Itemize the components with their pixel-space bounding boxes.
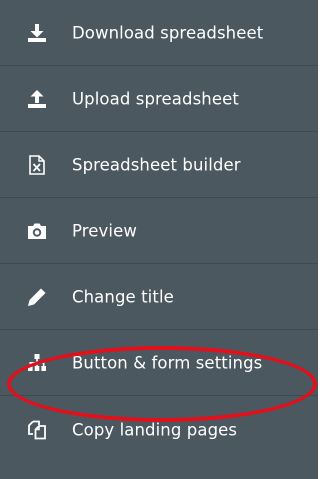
menu-item-spreadsheet-builder[interactable]: Spreadsheet builder bbox=[0, 132, 318, 198]
camera-icon bbox=[26, 220, 48, 242]
menu-item-label: Download spreadsheet bbox=[72, 23, 264, 42]
sitemap-icon bbox=[26, 352, 48, 374]
spreadsheet-file-icon bbox=[26, 154, 48, 176]
menu-item-label: Button & form settings bbox=[72, 353, 263, 372]
copy-icon bbox=[26, 419, 48, 441]
menu-item-label: Spreadsheet builder bbox=[72, 155, 241, 174]
menu-item-label: Preview bbox=[72, 221, 137, 240]
menu-item-copy-landing-pages[interactable]: Copy landing pages bbox=[0, 396, 318, 479]
menu-item-change-title[interactable]: Change title bbox=[0, 264, 318, 330]
menu-item-upload-spreadsheet[interactable]: Upload spreadsheet bbox=[0, 66, 318, 132]
download-icon bbox=[26, 22, 48, 44]
pencil-icon bbox=[26, 286, 48, 308]
menu-item-download-spreadsheet[interactable]: Download spreadsheet bbox=[0, 0, 318, 66]
actions-menu: Download spreadsheet Upload spreadsheet … bbox=[0, 0, 318, 479]
menu-item-label: Upload spreadsheet bbox=[72, 89, 239, 108]
menu-item-label: Change title bbox=[72, 287, 174, 306]
menu-item-label: Copy landing pages bbox=[72, 420, 238, 440]
menu-item-button-form-settings[interactable]: Button & form settings bbox=[0, 330, 318, 396]
menu-item-preview[interactable]: Preview bbox=[0, 198, 318, 264]
upload-icon bbox=[26, 88, 48, 110]
